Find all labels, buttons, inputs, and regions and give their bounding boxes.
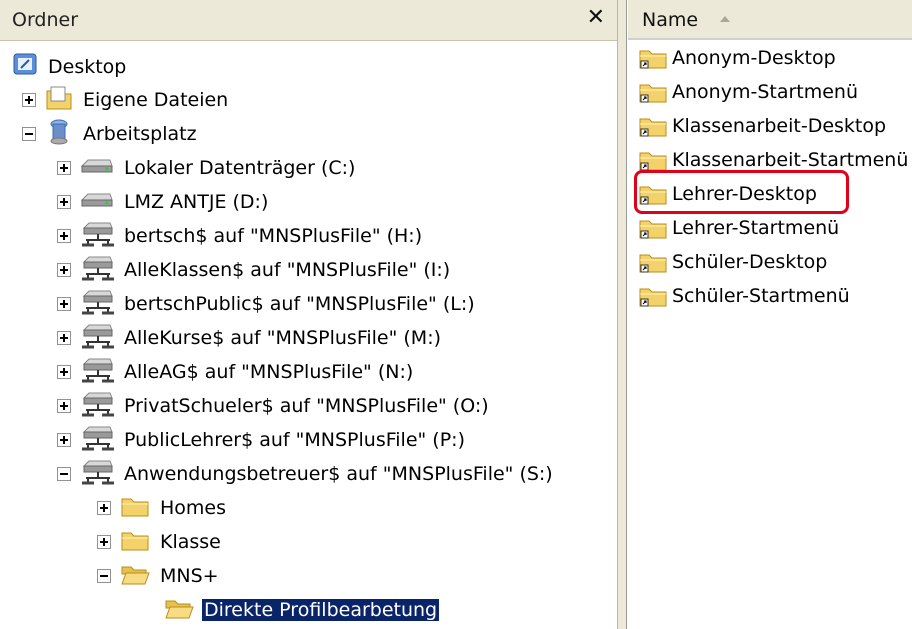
tree-item-label: LMZ ANTJE (D:) bbox=[124, 191, 269, 213]
tree-item-direkte-profilbearbetung[interactable]: Direkte Profilbearbetung bbox=[164, 595, 440, 625]
tree-item-label: MNS+ bbox=[160, 565, 219, 587]
tree-item-label: Arbeitsplatz bbox=[83, 123, 197, 145]
explorer-window: Ordner ✕ Desktop Eigene Dateien Arbeitsp… bbox=[0, 0, 912, 629]
expand-toggle[interactable] bbox=[22, 93, 36, 107]
list-item-label: Schüler-Desktop bbox=[672, 251, 828, 273]
list-item-label: Klassenarbeit-Startmenü bbox=[672, 149, 909, 171]
tree-item-drive-h[interactable]: bertsch$ auf "MNSPlusFile" (H:) bbox=[57, 221, 424, 251]
list-item[interactable]: Lehrer-Startmenü bbox=[638, 213, 839, 243]
folder-pane: Ordner ✕ Desktop Eigene Dateien Arbeitsp… bbox=[0, 0, 617, 629]
folder-pane-header: Ordner ✕ bbox=[0, 0, 617, 41]
expand-toggle[interactable] bbox=[57, 399, 71, 413]
tree-item-drive-s[interactable]: Anwendungsbetreuer$ auf "MNSPlusFile" (S… bbox=[57, 459, 555, 489]
sort-ascending-icon bbox=[720, 16, 730, 22]
tree-item-label: Eigene Dateien bbox=[83, 89, 229, 111]
tree-item-label: Klasse bbox=[160, 531, 221, 553]
my-documents-icon bbox=[45, 85, 73, 116]
pane-splitter[interactable] bbox=[617, 0, 627, 629]
list-item[interactable]: Anonym-Desktop bbox=[638, 43, 836, 73]
expand-toggle[interactable] bbox=[57, 195, 71, 209]
folder-icon bbox=[120, 528, 150, 557]
expand-toggle[interactable] bbox=[57, 433, 71, 447]
hard-drive-icon bbox=[80, 156, 114, 181]
desktop-icon bbox=[12, 52, 38, 83]
tree-item-label: AlleKurse$ auf "MNSPlusFile" (M:) bbox=[124, 327, 442, 349]
tree-item-label: bertsch$ auf "MNSPlusFile" (H:) bbox=[124, 225, 423, 247]
list-item-label: Lehrer-Startmenü bbox=[672, 217, 840, 239]
folder-shortcut-icon bbox=[638, 148, 672, 172]
expand-toggle[interactable] bbox=[57, 229, 71, 243]
network-drive-icon bbox=[80, 356, 114, 389]
network-drive-icon bbox=[80, 254, 114, 287]
column-header-label: Name bbox=[642, 9, 699, 31]
expand-toggle[interactable] bbox=[57, 365, 71, 379]
close-pane-button[interactable]: ✕ bbox=[587, 5, 605, 31]
network-drive-icon bbox=[80, 288, 114, 321]
list-item[interactable]: Schüler-Startmenü bbox=[638, 281, 850, 311]
tree-item-klasse[interactable]: Klasse bbox=[97, 527, 223, 557]
network-drive-icon bbox=[80, 322, 114, 355]
tree-item-arbeitsplatz[interactable]: Arbeitsplatz bbox=[22, 119, 199, 149]
folder-shortcut-icon bbox=[638, 114, 672, 138]
collapse-toggle[interactable] bbox=[97, 569, 111, 583]
open-folder-icon bbox=[120, 562, 150, 591]
tree-item-label: PublicLehrer$ auf "MNSPlusFile" (P:) bbox=[124, 429, 465, 451]
collapse-toggle[interactable] bbox=[22, 127, 36, 141]
open-folder-icon bbox=[164, 596, 194, 625]
tree-item-label: Lokaler Datenträger (C:) bbox=[124, 157, 356, 179]
my-computer-icon bbox=[45, 118, 73, 151]
tree-item-mns-plus[interactable]: MNS+ bbox=[97, 561, 221, 591]
network-drive-icon bbox=[80, 390, 114, 423]
tree-item-drive-m[interactable]: AlleKurse$ auf "MNSPlusFile" (M:) bbox=[57, 323, 443, 353]
tree-item-drive-i[interactable]: AlleKlassen$ auf "MNSPlusFile" (I:) bbox=[57, 255, 452, 285]
tree-item-drive-p[interactable]: PublicLehrer$ auf "MNSPlusFile" (P:) bbox=[57, 425, 467, 455]
network-drive-icon bbox=[80, 220, 114, 253]
tree-item-label: AlleKlassen$ auf "MNSPlusFile" (I:) bbox=[124, 259, 451, 281]
tree-item-label: Anwendungsbetreuer$ auf "MNSPlusFile" (S… bbox=[124, 463, 553, 485]
folder-tree: Desktop Eigene Dateien Arbeitsplatz Loka… bbox=[0, 48, 617, 629]
expand-toggle[interactable] bbox=[57, 161, 71, 175]
list-item-label: Anonym-Desktop bbox=[672, 47, 836, 69]
folder-shortcut-icon bbox=[638, 80, 672, 104]
folder-shortcut-icon bbox=[638, 250, 672, 274]
list-item-label: Schüler-Startmenü bbox=[672, 285, 850, 307]
folder-icon bbox=[120, 494, 150, 523]
collapse-toggle[interactable] bbox=[57, 467, 71, 481]
hard-drive-icon bbox=[80, 190, 114, 215]
tree-item-drive-o[interactable]: PrivatSchueler$ auf "MNSPlusFile" (O:) bbox=[57, 391, 491, 421]
expand-toggle[interactable] bbox=[57, 297, 71, 311]
column-header-name[interactable]: Name bbox=[628, 0, 912, 40]
tree-item-label: Desktop bbox=[48, 56, 127, 78]
expand-toggle[interactable] bbox=[57, 263, 71, 277]
tree-item-eigene-dateien[interactable]: Eigene Dateien bbox=[22, 85, 230, 115]
list-item-label: Klassenarbeit-Desktop bbox=[672, 115, 887, 137]
expand-toggle[interactable] bbox=[57, 331, 71, 345]
tree-item-label: AlleAG$ auf "MNSPlusFile" (N:) bbox=[124, 361, 414, 383]
list-item-label: Anonym-Startmenü bbox=[672, 81, 859, 103]
folder-pane-title: Ordner bbox=[12, 9, 79, 31]
tree-item-label: Homes bbox=[160, 497, 227, 519]
folder-shortcut-icon bbox=[638, 216, 672, 240]
tree-item-drive-l[interactable]: bertschPublic$ auf "MNSPlusFile" (L:) bbox=[57, 289, 477, 319]
tree-item-label: Direkte Profilbearbetung bbox=[202, 599, 440, 621]
tree-item-drive-d[interactable]: LMZ ANTJE (D:) bbox=[57, 187, 270, 217]
tree-item-desktop[interactable]: Desktop bbox=[12, 52, 128, 82]
list-item[interactable]: Anonym-Startmenü bbox=[638, 77, 858, 107]
highlight-box bbox=[634, 170, 849, 214]
tree-item-label: bertschPublic$ auf "MNSPlusFile" (L:) bbox=[124, 293, 475, 315]
tree-item-homes[interactable]: Homes bbox=[97, 493, 228, 523]
list-item[interactable]: Klassenarbeit-Desktop bbox=[638, 111, 886, 141]
network-drive-icon bbox=[80, 458, 114, 491]
file-list-pane: Name Anonym-Desktop Anonym-Startmenü Klass… bbox=[628, 0, 912, 629]
expand-toggle[interactable] bbox=[97, 535, 111, 549]
tree-item-drive-c[interactable]: Lokaler Datenträger (C:) bbox=[57, 153, 357, 183]
tree-item-drive-n[interactable]: AlleAG$ auf "MNSPlusFile" (N:) bbox=[57, 357, 415, 387]
folder-shortcut-icon bbox=[638, 284, 672, 308]
network-drive-icon bbox=[80, 424, 114, 457]
list-item[interactable]: Schüler-Desktop bbox=[638, 247, 827, 277]
expand-toggle[interactable] bbox=[97, 501, 111, 515]
tree-item-label: PrivatSchueler$ auf "MNSPlusFile" (O:) bbox=[124, 395, 489, 417]
folder-shortcut-icon bbox=[638, 46, 672, 70]
